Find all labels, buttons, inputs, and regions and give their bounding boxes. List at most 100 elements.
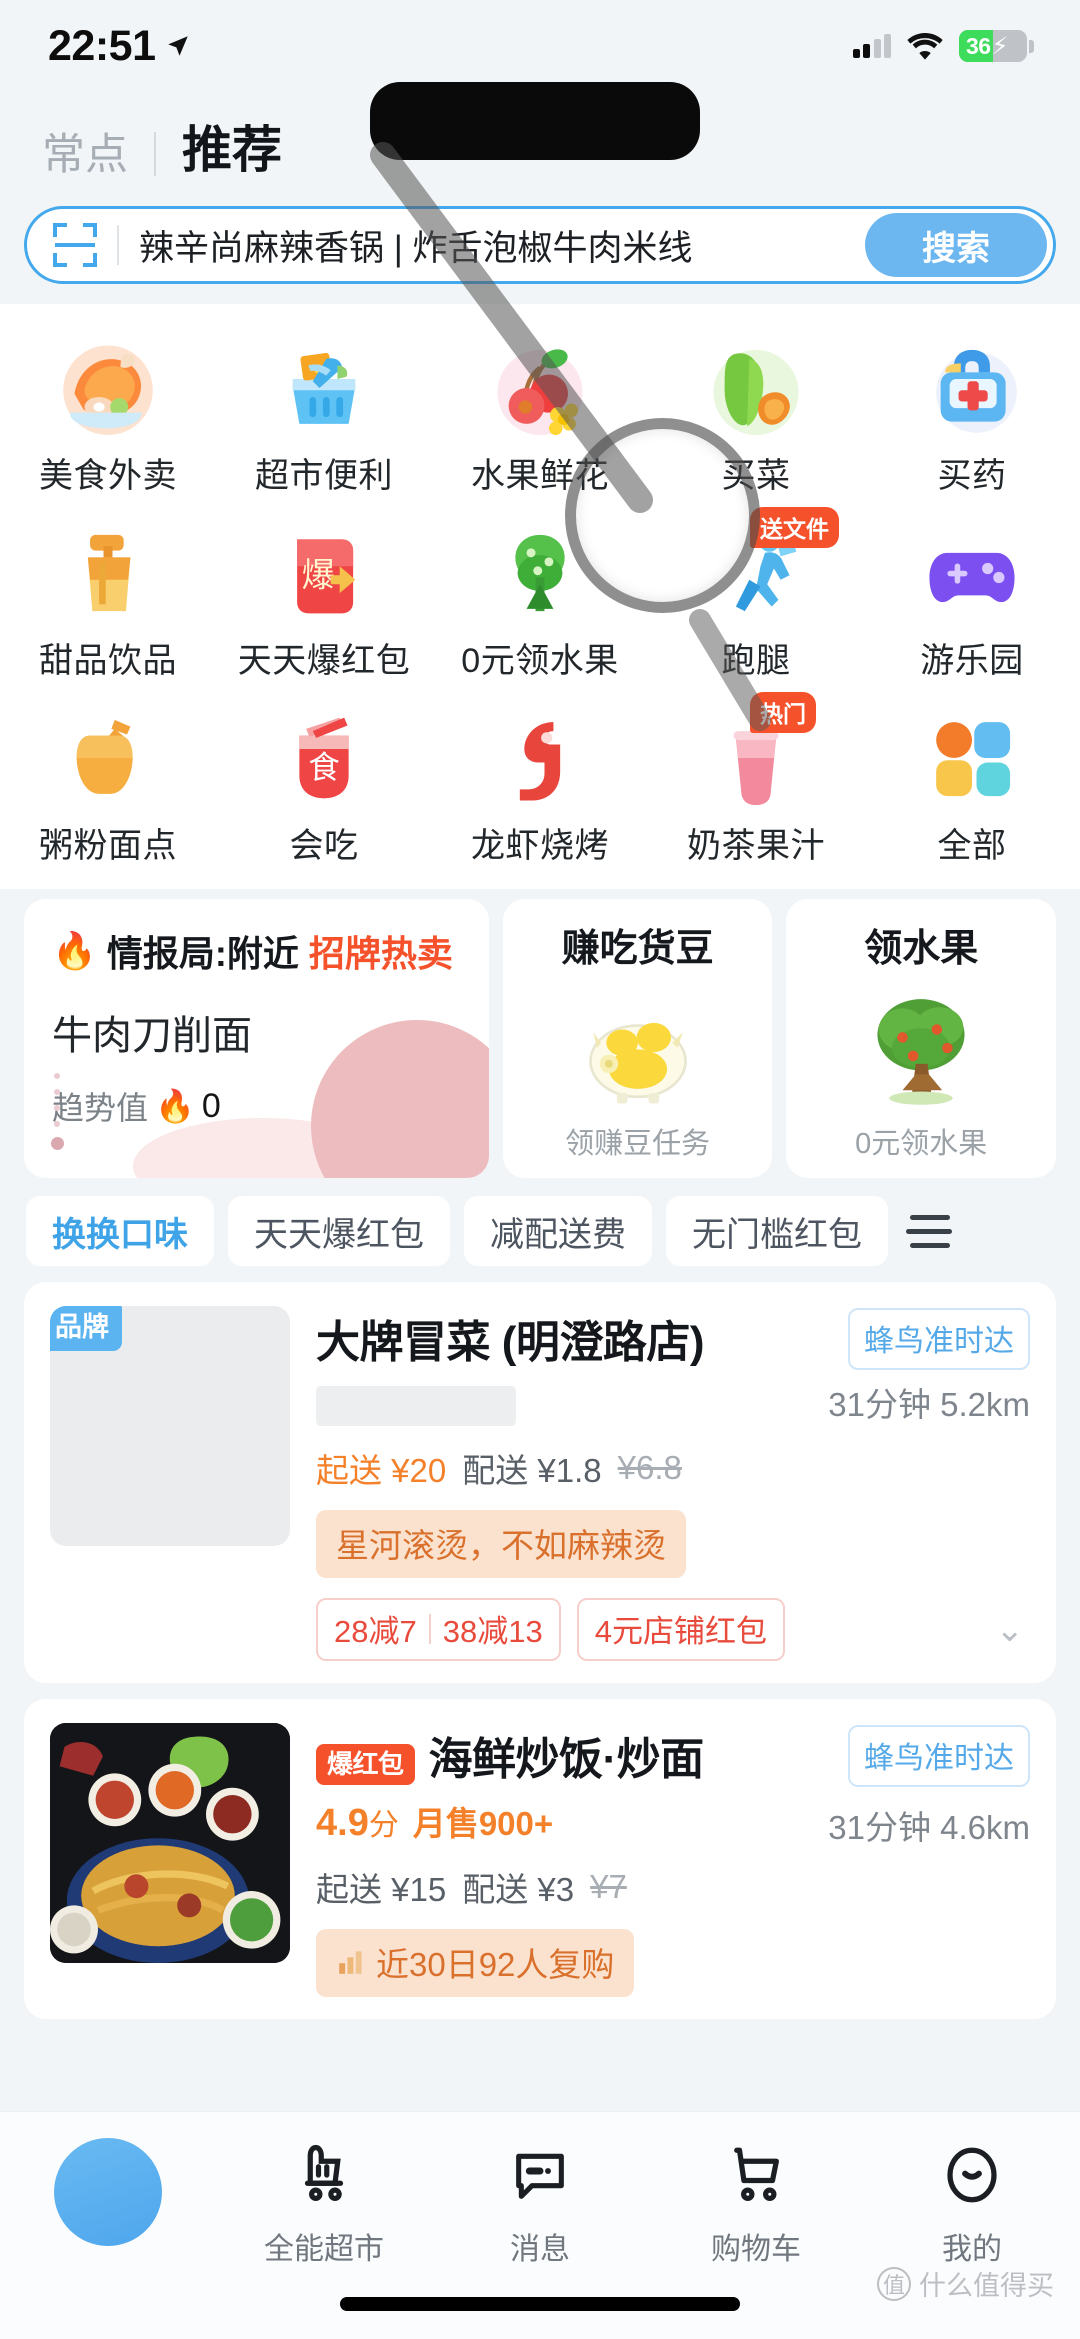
all-grid-icon	[916, 702, 1028, 814]
promo-card-intel[interactable]: 🔥 情报局:附近 招牌热卖 牛肉刀削面 趋势值 🔥 0	[24, 899, 489, 1178]
restaurant-name-wrap[interactable]: 爆红包 海鲜炒饭·炒面	[316, 1723, 704, 1787]
nav-label: 我的	[942, 2233, 1002, 2266]
category-item-medicine[interactable]: 买药	[864, 326, 1080, 511]
battery-indicator: 36 ⚡	[959, 30, 1034, 62]
restaurant-card[interactable]: 品牌 大牌冒菜 (明澄路店) 31分钟 5.2km 起送 ¥20 配送 ¥1.8…	[24, 1282, 1056, 1683]
category-label: 奶茶果汁	[687, 827, 825, 865]
coupon-shop-packet[interactable]: 4元店铺红包	[576, 1598, 785, 1661]
category-label: 买药	[937, 457, 1007, 495]
restaurant-meta: 31分钟 5.2km	[828, 1386, 1030, 1423]
status-time: 22:51	[48, 21, 156, 70]
svg-text:爆: 爆	[302, 557, 336, 594]
rating-unit: 分	[368, 1809, 399, 1842]
monthly-sales: 月售900+	[412, 1805, 554, 1842]
signal-bars-icon	[852, 34, 891, 58]
home-indicator[interactable]	[340, 2297, 740, 2311]
search-button[interactable]: 搜索	[865, 213, 1047, 277]
category-item-fruit-flower[interactable]: 水果鲜花	[432, 326, 648, 511]
category-label: 买菜	[721, 457, 791, 495]
profile-face-icon	[935, 2138, 1009, 2212]
category-item-supermarket[interactable]: 超市便利	[216, 326, 432, 511]
category-item-free-fruit[interactable]: 0元领水果	[432, 511, 648, 696]
battery-percent: 36	[966, 32, 991, 59]
status-bar: 22:51 36 ⚡	[0, 0, 1080, 92]
medicine-kit-icon	[916, 332, 1028, 444]
category-label: 游乐园	[920, 642, 1024, 680]
restaurant-meta: 31分钟 4.6km	[828, 1809, 1030, 1846]
coupon-row: 28减7 38减13 4元店铺红包 ⌄	[316, 1598, 1030, 1661]
search-bar[interactable]: 辣辛尚麻辣香锅 | 炸舌泡椒牛肉米线 搜索	[24, 206, 1056, 284]
nav-item-cart[interactable]: 购物车	[648, 2138, 864, 2268]
promo-beans-title: 赚吃货豆	[561, 928, 714, 970]
category-item-dessert-drink[interactable]: 甜品饮品	[0, 511, 216, 696]
tab-separator	[154, 132, 156, 176]
supermarket-basket-icon	[268, 332, 380, 444]
nav-item-profile[interactable]: 我的	[864, 2138, 1080, 2268]
nav-item-home[interactable]	[0, 2138, 216, 2258]
coupon-1: 28减7	[334, 1614, 417, 1649]
home-circle-icon	[54, 2138, 162, 2246]
status-left: 22:51	[48, 22, 191, 71]
filter-chips: 换换口味 天天爆红包 减配送费 无门槛红包	[0, 1196, 1080, 1282]
filter-chip-reduced-delivery[interactable]: 减配送费	[464, 1196, 652, 1266]
category-badge: 送文件	[750, 507, 839, 548]
category-label: 美食外卖	[39, 457, 177, 495]
filter-chip-change-taste[interactable]: 换换口味	[26, 1196, 214, 1266]
min-order: 起送 ¥15	[316, 1871, 447, 1908]
delivery-fee-original: ¥6.8	[617, 1449, 682, 1486]
battery-charging-icon: ⚡	[991, 32, 1009, 60]
category-item-errand[interactable]: 送文件 跑腿	[648, 507, 864, 696]
promo-cards: 🔥 情报局:附近 招牌热卖 牛肉刀削面 趋势值 🔥 0 赚吃货豆 领赚豆任务 领…	[0, 889, 1080, 1196]
promo-card-beans[interactable]: 赚吃货豆 领赚豆任务	[502, 899, 773, 1178]
tab-changdian[interactable]: 常点	[42, 120, 128, 182]
red-packet-icon: 爆	[268, 517, 380, 629]
category-label: 甜品饮品	[39, 642, 177, 680]
category-item-milk-tea[interactable]: 热门 奶茶果汁	[648, 692, 864, 881]
dish-photo	[50, 1723, 290, 1963]
chevron-down-icon[interactable]: ⌄	[996, 1610, 1031, 1650]
coupon-combo[interactable]: 28减7 38减13	[316, 1598, 561, 1661]
restaurant-name: 海鲜炒饭·炒面	[428, 1735, 705, 1784]
trend-flame-icon: 🔥	[155, 1088, 195, 1124]
category-item-all[interactable]: 全部	[864, 696, 1080, 881]
flame-icon: 🔥	[52, 930, 97, 971]
watermark-text: 什么值得买	[919, 2271, 1054, 2301]
search-input[interactable]: 辣辛尚麻辣香锅 | 炸舌泡椒牛肉米线	[139, 220, 865, 271]
filter-chip-no-threshold[interactable]: 无门槛红包	[666, 1196, 888, 1266]
ontime-badge: 蜂鸟准时达	[848, 1308, 1030, 1370]
restaurant-body: 爆红包 海鲜炒饭·炒面 4.9分 月售900+ 31分钟 4.6km 起送 ¥15 …	[316, 1723, 1030, 1997]
scan-icon[interactable]	[53, 223, 97, 267]
brand-badge: 品牌	[50, 1306, 122, 1351]
nav-label: 消息	[510, 2233, 570, 2266]
category-item-amusement[interactable]: 游乐园	[864, 511, 1080, 696]
restaurant-card[interactable]: 爆红包 海鲜炒饭·炒面 4.9分 月售900+ 31分钟 4.6km 起送 ¥15 …	[24, 1699, 1056, 2019]
nav-item-supermarket[interactable]: 全能超市	[216, 2138, 432, 2268]
hot-packet-badge: 爆红包	[316, 1743, 415, 1785]
noodle-pot-icon	[52, 702, 164, 814]
delivery-fee-original: ¥7	[590, 1868, 627, 1905]
category-item-noodles[interactable]: 粥粉面点	[0, 696, 216, 881]
fruit-tree-icon	[484, 517, 596, 629]
category-label: 0元领水果	[461, 642, 619, 680]
piggy-bank-icon	[572, 982, 704, 1114]
delivery-fee: 配送 ¥3	[462, 1871, 575, 1908]
restaurant-name[interactable]: 大牌冒菜 (明澄路店)	[316, 1306, 705, 1370]
category-label: 粥粉面点	[39, 827, 177, 865]
trend-label: 趋势值	[52, 1090, 149, 1126]
promo-card-fruit[interactable]: 领水果 0元领水果	[786, 899, 1056, 1178]
trend-value: 0	[201, 1086, 221, 1125]
category-item-eat-well[interactable]: 食 会吃	[216, 696, 432, 881]
nav-item-messages[interactable]: 消息	[432, 2138, 648, 2268]
category-item-vegetables[interactable]: 买菜	[648, 326, 864, 511]
category-badge: 热门	[750, 692, 816, 733]
dessert-drink-icon	[52, 517, 164, 629]
delivery-fee: 配送 ¥1.8	[462, 1452, 602, 1489]
hamburger-filter-icon[interactable]	[906, 1206, 954, 1257]
nav-label: 购物车	[711, 2233, 801, 2266]
category-item-daily-red-packet[interactable]: 爆 天天爆红包	[216, 511, 432, 696]
category-item-food-delivery[interactable]: 美食外卖	[0, 326, 216, 511]
category-label: 水果鲜花	[471, 457, 609, 495]
tab-tuijian[interactable]: 推荐	[182, 110, 282, 182]
category-item-lobster-bbq[interactable]: 龙虾烧烤	[432, 696, 648, 881]
filter-chip-daily-red-packet[interactable]: 天天爆红包	[228, 1196, 450, 1266]
